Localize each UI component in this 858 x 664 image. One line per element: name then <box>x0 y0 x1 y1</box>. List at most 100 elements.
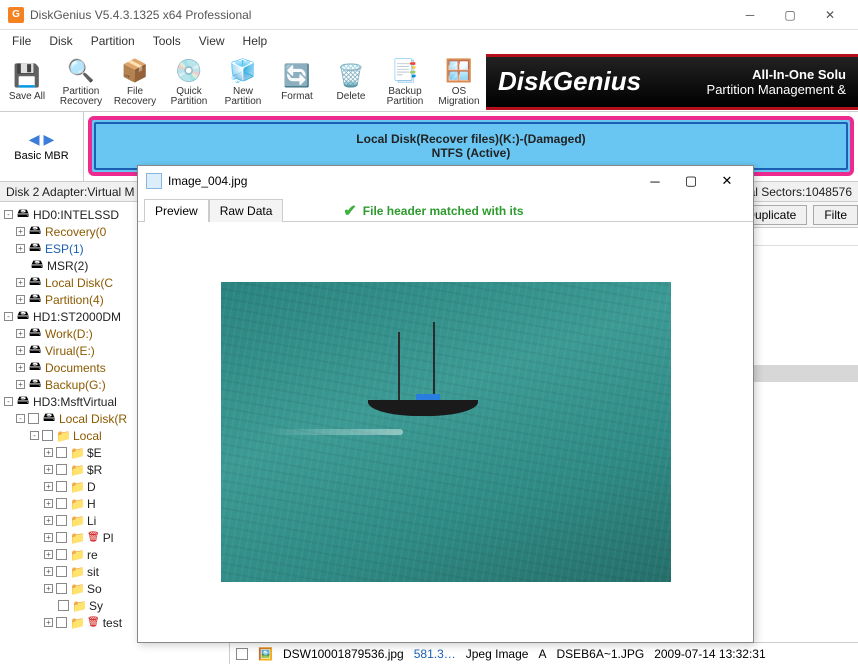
tree-label: $E <box>87 446 102 460</box>
tree-label: HD1:ST2000DM <box>33 310 121 324</box>
tree-icon: 🖴 <box>28 289 42 310</box>
banner: DiskGenius All-In-One Solu Partition Man… <box>486 54 858 110</box>
file-checkbox[interactable] <box>236 648 248 660</box>
disk-type-label: Basic MBR <box>14 150 68 162</box>
menu-tools[interactable]: Tools <box>145 32 189 50</box>
expand-icon[interactable]: + <box>44 516 53 525</box>
maximize-button[interactable]: ▢ <box>770 0 810 30</box>
tree-checkbox[interactable] <box>56 481 67 492</box>
expand-icon[interactable]: + <box>44 567 53 576</box>
tree-checkbox[interactable] <box>58 600 69 611</box>
preview-body <box>138 222 753 642</box>
deleted-icon: 🗑 <box>87 617 100 628</box>
expand-icon[interactable]: - <box>4 312 13 321</box>
tree-label: Li <box>87 514 96 528</box>
tree-icon: 📁 <box>72 599 86 613</box>
deleted-icon: 🗑 <box>87 532 100 543</box>
tree-label: HD0:INTELSSD <box>33 208 119 222</box>
tree-checkbox[interactable] <box>28 413 39 424</box>
os-migration-button[interactable]: 🪟OS Migration <box>432 54 486 110</box>
expand-icon[interactable]: + <box>44 584 53 593</box>
file-type: Jpeg Image <box>466 647 529 661</box>
tree-checkbox[interactable] <box>56 583 67 594</box>
expand-icon[interactable]: + <box>16 346 25 355</box>
format-button[interactable]: 🔄Format <box>270 54 324 110</box>
tree-checkbox[interactable] <box>42 430 53 441</box>
expand-icon[interactable]: + <box>16 329 25 338</box>
tree-label: Virual(E:) <box>45 344 95 358</box>
format-button-label: Format <box>281 92 313 102</box>
tab-rawdata[interactable]: Raw Data <box>209 199 284 222</box>
filter-button[interactable]: Filte <box>813 205 858 225</box>
expand-icon[interactable]: - <box>4 397 13 406</box>
disk-nav-arrows[interactable]: ◀ ▶ <box>29 131 54 148</box>
expand-icon[interactable]: + <box>16 363 25 372</box>
tree-checkbox[interactable] <box>56 515 67 526</box>
preview-status-text: File header matched with its <box>363 204 524 218</box>
preview-image <box>221 282 671 582</box>
tree-icon: 🖴 <box>42 408 56 429</box>
os-migration-button-label: OS Migration <box>432 87 486 107</box>
expand-icon[interactable]: + <box>44 533 53 542</box>
tree-checkbox[interactable] <box>56 566 67 577</box>
preview-minimize-button[interactable]: ─ <box>637 167 673 195</box>
tree-icon: 🖴 <box>28 374 42 395</box>
expand-icon[interactable]: + <box>44 499 53 508</box>
save-all-button[interactable]: 💾 Save All <box>0 54 54 110</box>
toolbar: 💾 Save All 🔍Partition Recovery📦File Recove… <box>0 52 858 112</box>
expand-icon[interactable]: - <box>30 431 39 440</box>
tab-preview[interactable]: Preview <box>144 199 209 222</box>
image-icon <box>146 173 162 189</box>
tree-icon: 📁 <box>70 616 84 630</box>
menu-partition[interactable]: Partition <box>83 32 143 50</box>
banner-line1: All-In-One Solu <box>707 67 846 82</box>
tree-checkbox[interactable] <box>56 617 67 628</box>
file-recovery-button[interactable]: 📦File Recovery <box>108 54 162 110</box>
expand-icon[interactable]: + <box>44 550 53 559</box>
menu-view[interactable]: View <box>191 32 233 50</box>
minimize-button[interactable]: ─ <box>730 0 770 30</box>
tree-label: D <box>87 480 96 494</box>
delete-button[interactable]: 🗑️Delete <box>324 54 378 110</box>
preview-status: ✔ File header matched with its <box>343 201 523 221</box>
tree-icon: 📁 <box>70 463 84 477</box>
expand-icon[interactable]: + <box>44 618 53 627</box>
save-all-button-icon: 💾 <box>13 62 41 90</box>
tree-label: Documents <box>45 361 106 375</box>
tree-label: So <box>87 582 102 596</box>
expand-icon[interactable]: + <box>16 227 25 236</box>
tree-checkbox[interactable] <box>56 447 67 458</box>
close-button[interactable]: ✕ <box>810 0 850 30</box>
menu-file[interactable]: File <box>4 32 39 50</box>
expand-icon[interactable]: + <box>44 465 53 474</box>
expand-icon[interactable]: + <box>44 482 53 491</box>
backup-partition-button[interactable]: 📑Backup Partition <box>378 54 432 110</box>
new-partition-button[interactable]: 🧊New Partition <box>216 54 270 110</box>
banner-line2: Partition Management & <box>707 82 846 97</box>
expand-icon[interactable]: + <box>16 244 25 253</box>
quick-partition-button[interactable]: 💿Quick Partition <box>162 54 216 110</box>
expand-icon[interactable]: - <box>4 210 13 219</box>
tree-checkbox[interactable] <box>56 498 67 509</box>
partition-recovery-button[interactable]: 🔍Partition Recovery <box>54 54 108 110</box>
tree-icon: 📁 <box>70 514 84 528</box>
preview-close-button[interactable]: ✕ <box>709 167 745 195</box>
tree-checkbox[interactable] <box>56 464 67 475</box>
expand-icon[interactable]: + <box>16 295 25 304</box>
tree-label: MSR(2) <box>47 259 88 273</box>
tree-label: Backup(G:) <box>45 378 106 392</box>
menu-help[interactable]: Help <box>235 32 276 50</box>
expand-icon[interactable]: + <box>16 380 25 389</box>
preview-title: Image_004.jpg <box>168 174 637 188</box>
preview-titlebar: Image_004.jpg ─ ▢ ✕ <box>138 166 753 196</box>
expand-icon[interactable]: + <box>16 278 25 287</box>
expand-icon[interactable]: + <box>44 448 53 457</box>
expand-icon[interactable]: - <box>16 414 25 423</box>
tree-checkbox[interactable] <box>56 532 67 543</box>
preview-maximize-button[interactable]: ▢ <box>673 167 709 195</box>
tree-checkbox[interactable] <box>56 549 67 560</box>
file-detail-row: 🖼️ DSW10001879536.jpg 581.3… Jpeg Image … <box>230 642 858 664</box>
save-all-button-label: Save All <box>9 92 45 102</box>
banner-logo: DiskGenius <box>498 66 641 97</box>
menu-disk[interactable]: Disk <box>41 32 80 50</box>
